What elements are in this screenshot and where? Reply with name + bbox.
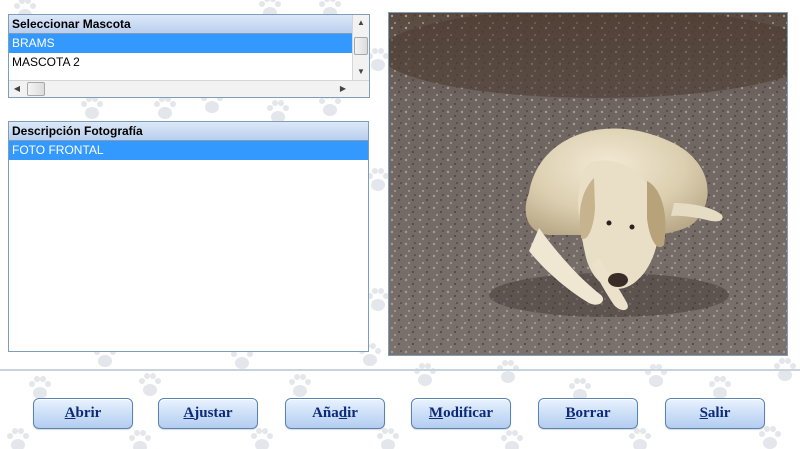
foto-list[interactable]: Descripción Fotografía FOTO FRONTAL xyxy=(8,121,369,352)
mascota-list-item[interactable]: BRAMS xyxy=(9,34,352,53)
pet-photo xyxy=(388,12,788,356)
mascota-list-header: Seleccionar Mascota xyxy=(9,15,352,34)
mascota-list[interactable]: Seleccionar Mascota BRAMS MASCOTA 2 ▲ ▼ ◀… xyxy=(8,14,370,98)
arrow-right-icon[interactable]: ▶ xyxy=(335,81,351,97)
mascota-list-item[interactable]: MASCOTA 2 xyxy=(9,53,352,72)
modificar-button[interactable]: Modificar xyxy=(411,398,511,429)
dog-photo-image xyxy=(389,13,787,355)
arrow-down-icon[interactable]: ▼ xyxy=(353,64,369,80)
button-bar-divider xyxy=(0,369,800,371)
anadir-button[interactable]: Añadir xyxy=(285,398,385,429)
borrar-button[interactable]: Borrar xyxy=(538,398,638,429)
mascota-vertical-scrollbar[interactable]: ▲ ▼ xyxy=(352,15,369,80)
mascota-horizontal-scrollbar[interactable]: ◀ ▶ xyxy=(9,80,369,97)
foto-list-header: Descripción Fotografía xyxy=(9,122,368,141)
ajustar-button[interactable]: Ajustar xyxy=(158,398,258,429)
mascota-rows: BRAMS MASCOTA 2 xyxy=(9,34,352,72)
arrow-up-icon[interactable]: ▲ xyxy=(353,15,369,31)
foto-rows: FOTO FRONTAL xyxy=(9,141,368,160)
salir-button[interactable]: Salir xyxy=(665,398,765,429)
arrow-left-icon[interactable]: ◀ xyxy=(9,81,25,97)
mascota-vscroll-thumb[interactable] xyxy=(354,37,368,55)
mascota-hscroll-thumb[interactable] xyxy=(27,82,45,96)
abrir-button[interactable]: Abrir xyxy=(33,398,133,429)
foto-list-item[interactable]: FOTO FRONTAL xyxy=(9,141,368,160)
